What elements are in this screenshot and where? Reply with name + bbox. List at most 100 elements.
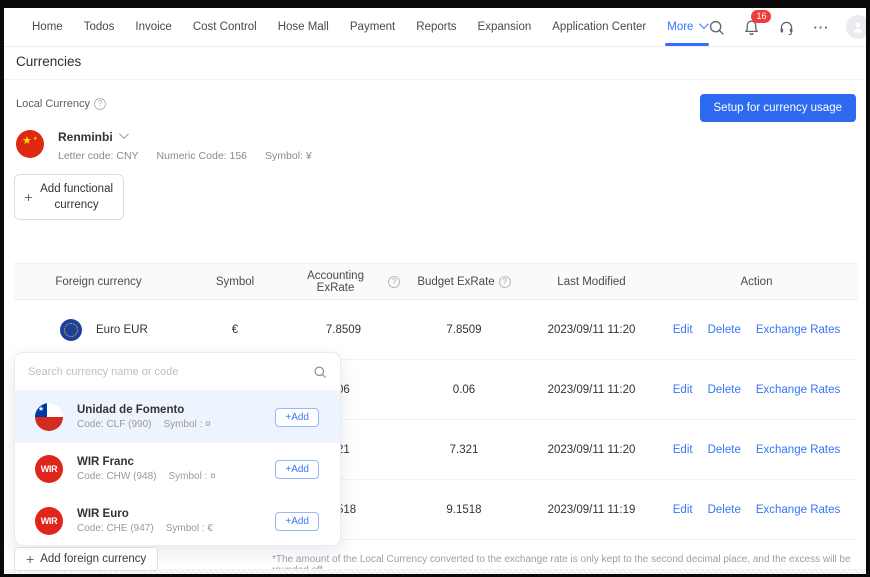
help-icon[interactable]: ? [388, 276, 400, 288]
local-currency-name-row[interactable]: Renminbi [58, 130, 312, 144]
budget-exrate-cell: 7.8509 [400, 324, 528, 336]
popup-item-wir-euro[interactable]: WIR WIR Euro Code: CHE (947) Symbol : € … [15, 495, 340, 546]
col-budget-exrate: Budget ExRate ? [400, 276, 528, 288]
plus-icon: + [24, 189, 32, 205]
budget-exrate-cell: 9.1518 [400, 504, 528, 516]
nav-item-hose-mall[interactable]: Hose Mall [278, 8, 329, 46]
nav-item-more[interactable]: More [667, 8, 706, 46]
exchange-rates-link[interactable]: Exchange Rates [756, 444, 840, 456]
nav-item-cost-control[interactable]: Cost Control [193, 8, 257, 46]
currency-search-input[interactable] [28, 366, 305, 378]
popup-item-name: WIR Franc [77, 456, 216, 468]
nav-item-home[interactable]: Home [32, 8, 63, 46]
col-last-modified: Last Modified [528, 276, 655, 288]
exchange-rates-link[interactable]: Exchange Rates [756, 384, 840, 396]
nav-item-payment[interactable]: Payment [350, 8, 395, 46]
more-options-icon[interactable]: ··· [811, 17, 831, 37]
delete-link[interactable]: Delete [708, 384, 741, 396]
active-tab-indicator [665, 43, 709, 46]
action-cell: Edit Delete Exchange Rates [655, 504, 858, 516]
col-foreign-currency: Foreign currency [14, 276, 183, 288]
popup-item-name: WIR Euro [77, 508, 213, 520]
nav-item-invoice[interactable]: Invoice [135, 8, 171, 46]
currency-search-popup: ★ Unidad de Fomento Code: CLF (990) Symb… [14, 352, 341, 546]
budget-exrate-cell: 7.321 [400, 444, 528, 456]
wir-logo-icon: WIR [35, 507, 63, 535]
screen-frame: Home Todos Invoice Cost Control Hose Mal… [0, 0, 870, 577]
page-title: Currencies [16, 54, 81, 69]
table-header-row: Foreign currency Symbol Accounting ExRat… [14, 263, 858, 300]
edit-link[interactable]: Edit [673, 384, 693, 396]
search-icon[interactable] [706, 17, 726, 37]
popup-item-detail: Code: CHE (947) Symbol : € [77, 523, 213, 534]
symbol-cell: € [183, 324, 287, 336]
avatar[interactable] [846, 15, 866, 39]
edit-link[interactable]: Edit [673, 324, 693, 336]
edit-link[interactable]: Edit [673, 444, 693, 456]
nav-item-application-center[interactable]: Application Center [552, 8, 646, 46]
nav-item-expansion[interactable]: Expansion [478, 8, 532, 46]
chevron-down-icon [119, 129, 129, 139]
nav-item-todos[interactable]: Todos [84, 8, 115, 46]
currency-symbol: Symbol: ¥ [265, 150, 312, 162]
delete-link[interactable]: Delete [708, 504, 741, 516]
col-action: Action [655, 276, 858, 288]
action-cell: Edit Delete Exchange Rates [655, 384, 858, 396]
chile-flag-icon: ★ [35, 403, 63, 431]
plus-icon: + [26, 551, 34, 567]
nav-right-icons: 16 ··· [706, 15, 866, 39]
local-currency-text: Local Currency [16, 98, 90, 110]
local-currency-block: ★ ★ Renminbi Letter code: CNY Numeric Co… [16, 130, 312, 162]
support-headset-icon[interactable] [776, 17, 796, 37]
china-flag-icon: ★ ★ [16, 130, 44, 158]
add-currency-button[interactable]: +Add [275, 408, 319, 427]
exchange-rates-link[interactable]: Exchange Rates [756, 504, 840, 516]
accounting-exrate-cell: 7.8509 [287, 324, 400, 336]
last-modified-cell: 2023/09/11 11:20 [528, 384, 655, 396]
add-currency-button[interactable]: +Add [275, 512, 319, 531]
last-modified-cell: 2023/09/11 11:19 [528, 504, 655, 516]
nav-item-reports[interactable]: Reports [416, 8, 456, 46]
nav-items: Home Todos Invoice Cost Control Hose Mal… [32, 8, 706, 46]
add-functional-label: Add functional currency [40, 181, 114, 213]
local-currency-label: Local Currency ? [16, 98, 106, 110]
table-row: Euro EUR € 7.8509 7.8509 2023/09/11 11:2… [14, 300, 858, 360]
exchange-rates-link[interactable]: Exchange Rates [756, 324, 840, 336]
top-navbar: Home Todos Invoice Cost Control Hose Mal… [4, 8, 866, 47]
action-cell: Edit Delete Exchange Rates [655, 444, 858, 456]
help-icon[interactable]: ? [94, 98, 106, 110]
popup-item-wir-franc[interactable]: WIR WIR Franc Code: CHW (948) Symbol : ¤… [15, 443, 340, 495]
popup-search-row [15, 353, 340, 391]
action-cell: Edit Delete Exchange Rates [655, 324, 858, 336]
last-modified-cell: 2023/09/11 11:20 [528, 444, 655, 456]
add-currency-button[interactable]: +Add [275, 460, 319, 479]
help-icon[interactable]: ? [499, 276, 511, 288]
local-currency-name: Renminbi [58, 130, 113, 144]
wir-logo-icon: WIR [35, 455, 63, 483]
nav-more-label: More [667, 21, 693, 33]
popup-item-detail: Code: CLF (990) Symbol : ¤ [77, 419, 211, 430]
popup-item-unidad-de-fomento[interactable]: ★ Unidad de Fomento Code: CLF (990) Symb… [15, 391, 340, 443]
notifications-bell-icon[interactable]: 16 [741, 17, 761, 37]
delete-link[interactable]: Delete [708, 324, 741, 336]
add-functional-currency-button[interactable]: + Add functional currency [14, 174, 124, 220]
popup-item-detail: Code: CHW (948) Symbol : ¤ [77, 471, 216, 482]
popup-item-name: Unidad de Fomento [77, 404, 211, 416]
eu-flag-icon [60, 319, 82, 341]
notification-badge: 16 [751, 10, 771, 23]
local-currency-meta: Letter code: CNY Numeric Code: 156 Symbo… [58, 150, 312, 162]
delete-link[interactable]: Delete [708, 444, 741, 456]
last-modified-cell: 2023/09/11 11:20 [528, 324, 655, 336]
currency-name: Euro EUR [96, 324, 148, 336]
search-icon [313, 365, 327, 379]
add-foreign-currency-button[interactable]: + Add foreign currency [14, 547, 158, 571]
col-symbol: Symbol [183, 276, 287, 288]
add-foreign-label: Add foreign currency [40, 553, 146, 565]
budget-exrate-cell: 0.06 [400, 384, 528, 396]
col-accounting-exrate: Accounting ExRate ? [287, 270, 400, 294]
edit-link[interactable]: Edit [673, 504, 693, 516]
app-window: Home Todos Invoice Cost Control Hose Mal… [4, 8, 866, 574]
setup-currency-usage-button[interactable]: Setup for currency usage [700, 94, 857, 122]
letter-code: Letter code: CNY [58, 150, 139, 162]
currency-cell: Euro EUR [14, 319, 183, 341]
